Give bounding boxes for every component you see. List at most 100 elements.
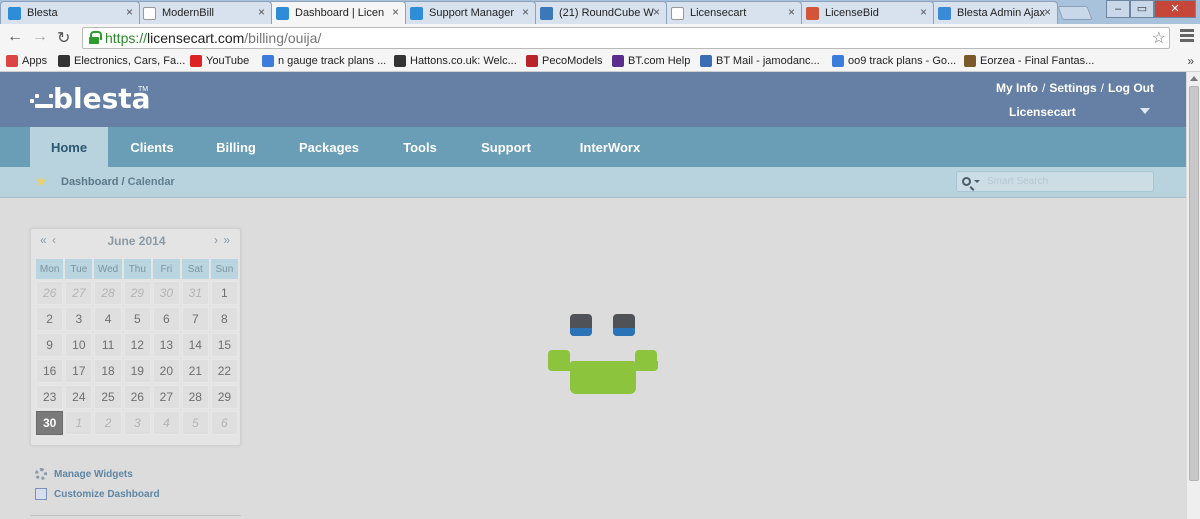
calendar-day[interactable]: 31	[181, 281, 209, 305]
browser-tab[interactable]: Licensecart ×	[663, 1, 802, 24]
calendar-day[interactable]: 24	[65, 385, 93, 409]
calendar-day[interactable]: 9	[36, 333, 64, 357]
close-tab-icon[interactable]: ×	[522, 5, 529, 19]
calendar-day[interactable]: 26	[36, 281, 64, 305]
close-window-button[interactable]: ✕	[1154, 0, 1196, 18]
calendar-day[interactable]: 3	[123, 411, 151, 435]
bookmark-star-icon[interactable]: ☆	[1152, 28, 1166, 48]
browser-tab[interactable]: Blesta ×	[0, 1, 140, 24]
bookmark-item[interactable]: Hattons.co.uk: Welc...	[394, 55, 517, 67]
calendar-day[interactable]: 23	[36, 385, 64, 409]
scroll-up-arrow-icon[interactable]	[1190, 76, 1198, 81]
calendar-day[interactable]: 27	[152, 385, 180, 409]
manage-widgets-link[interactable]: Manage Widgets	[35, 468, 160, 489]
calendar-day[interactable]: 14	[181, 333, 209, 357]
search-icon[interactable]	[962, 177, 971, 186]
close-tab-icon[interactable]: ×	[920, 5, 927, 19]
nav-clients[interactable]: Clients	[118, 127, 186, 167]
address-bar[interactable]: https://licensecart.com/billing/ouija/ ☆	[82, 27, 1170, 49]
calendar-day[interactable]: 11	[94, 333, 122, 357]
company-switcher[interactable]: Licensecart	[1009, 105, 1076, 119]
close-tab-icon[interactable]: ×	[392, 5, 399, 19]
calendar-day[interactable]: 29	[123, 281, 151, 305]
calendar-day[interactable]: 4	[94, 307, 122, 331]
settings-link[interactable]: Settings	[1049, 81, 1096, 95]
calendar-day[interactable]: 29	[210, 385, 238, 409]
calendar-next-button[interactable]: › »	[214, 233, 231, 247]
calendar-day[interactable]: 2	[94, 411, 122, 435]
bookmark-item[interactable]: Apps	[6, 55, 47, 67]
back-arrow-icon[interactable]: ←	[7, 28, 23, 46]
bookmark-item[interactable]: oo9 track plans - Go...	[832, 55, 956, 67]
bookmark-item[interactable]: Electronics, Cars, Fa...	[58, 55, 185, 67]
calendar-day[interactable]: 28	[94, 281, 122, 305]
bookmarks-overflow-button[interactable]: »	[1187, 54, 1194, 68]
close-tab-icon[interactable]: ×	[788, 5, 795, 19]
calendar-day[interactable]: 26	[123, 385, 151, 409]
new-tab-button[interactable]	[1057, 6, 1093, 20]
calendar-day[interactable]: 5	[123, 307, 151, 331]
close-tab-icon[interactable]: ×	[126, 5, 133, 19]
calendar-day[interactable]: 18	[94, 359, 122, 383]
calendar-day[interactable]: 7	[181, 307, 209, 331]
bookmark-item[interactable]: YouTube	[190, 55, 249, 67]
scroll-thumb[interactable]	[1189, 86, 1199, 481]
calendar-day[interactable]: 25	[94, 385, 122, 409]
bookmark-item[interactable]: n gauge track plans ...	[262, 55, 386, 67]
calendar-day[interactable]: 22	[210, 359, 238, 383]
calendar-day[interactable]: 15	[210, 333, 238, 357]
calendar-day[interactable]: 10	[65, 333, 93, 357]
nav-billing[interactable]: Billing	[203, 127, 269, 167]
browser-tab[interactable]: (21) RoundCube W ×	[532, 1, 667, 24]
log-out-link[interactable]: Log Out	[1108, 81, 1154, 95]
close-tab-icon[interactable]: ×	[258, 5, 265, 19]
calendar-day[interactable]: 19	[123, 359, 151, 383]
calendar-day[interactable]: 17	[65, 359, 93, 383]
calendar-day[interactable]: 16	[36, 359, 64, 383]
nav-tools[interactable]: Tools	[389, 127, 451, 167]
close-tab-icon[interactable]: ×	[653, 5, 660, 19]
browser-tab[interactable]: Support Manager ×	[402, 1, 536, 24]
minimize-button[interactable]: –	[1106, 0, 1130, 18]
browser-tab[interactable]: Blesta Admin Ajax ×	[930, 1, 1058, 24]
nav-packages[interactable]: Packages	[285, 127, 373, 167]
calendar-day[interactable]: 27	[65, 281, 93, 305]
browser-tab[interactable]: Dashboard | Licen ×	[268, 1, 406, 25]
bookmark-item[interactable]: PecoModels	[526, 55, 603, 67]
bookmark-item[interactable]: BT.com Help	[612, 55, 690, 67]
nav-home[interactable]: Home	[30, 127, 108, 167]
chevron-down-icon[interactable]	[1140, 108, 1150, 114]
calendar-day[interactable]: 1	[210, 281, 238, 305]
calendar-day[interactable]: 2	[36, 307, 64, 331]
close-tab-icon[interactable]: ×	[1044, 5, 1051, 19]
calendar-day[interactable]: 13	[152, 333, 180, 357]
calendar-day[interactable]: 5	[181, 411, 209, 435]
smart-search-input[interactable]: Smart Search	[956, 171, 1154, 192]
nav-interworx[interactable]: InterWorx	[563, 127, 657, 167]
bookmark-item[interactable]: BT Mail - jamodanc...	[700, 55, 820, 67]
customize-dashboard-link[interactable]: Customize Dashboard	[35, 488, 160, 509]
page-scrollbar[interactable]	[1186, 72, 1200, 519]
favorite-star-icon[interactable]: ★	[35, 173, 48, 190]
nav-support[interactable]: Support	[467, 127, 545, 167]
search-options-caret-icon[interactable]	[974, 180, 980, 183]
calendar-day[interactable]: 28	[181, 385, 209, 409]
calendar-day[interactable]: 6	[152, 307, 180, 331]
bookmark-item[interactable]: Eorzea - Final Fantas...	[964, 55, 1094, 67]
breadcrumb-dashboard[interactable]: Dashboard	[61, 176, 118, 188]
calendar-day[interactable]: 8	[210, 307, 238, 331]
reload-icon[interactable]: ↻	[57, 28, 70, 48]
calendar-day[interactable]: 30	[152, 281, 180, 305]
calendar-day[interactable]: 1	[65, 411, 93, 435]
browser-tab[interactable]: ModernBill ×	[135, 1, 272, 24]
calendar-day[interactable]: 20	[152, 359, 180, 383]
maximize-button[interactable]: ▭	[1130, 0, 1154, 18]
calendar-day[interactable]: 4	[152, 411, 180, 435]
calendar-day[interactable]: 6	[210, 411, 238, 435]
calendar-day-today[interactable]: 30	[36, 411, 64, 435]
calendar-day[interactable]: 12	[123, 333, 151, 357]
calendar-day[interactable]: 21	[181, 359, 209, 383]
calendar-day[interactable]: 3	[65, 307, 93, 331]
forward-arrow-icon[interactable]: →	[32, 28, 48, 46]
browser-tab[interactable]: LicenseBid ×	[798, 1, 934, 24]
